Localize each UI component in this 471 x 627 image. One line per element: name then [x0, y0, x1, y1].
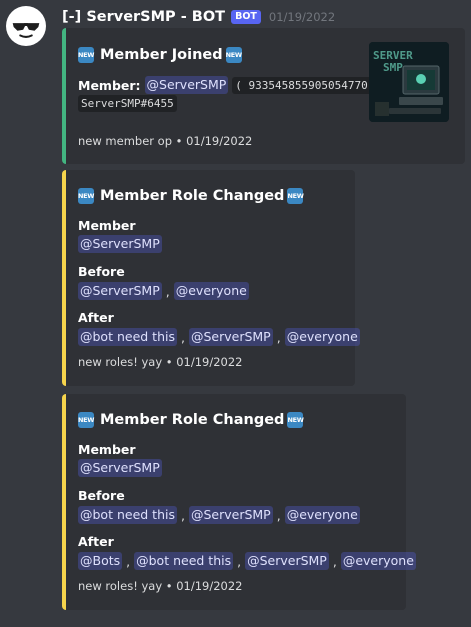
- embed-member-joined: NEW Member Joined NEW Member: @ServerSMP…: [62, 28, 465, 164]
- new-badge-icon: NEW: [78, 412, 94, 428]
- new-badge-icon: NEW: [78, 188, 94, 204]
- after-field-label: After: [78, 310, 114, 325]
- bot-avatar[interactable]: [6, 6, 46, 46]
- new-badge-icon: NEW: [287, 412, 304, 428]
- role-mention[interactable]: @bot need this: [134, 552, 234, 570]
- member-tag: ServerSMP#6455: [78, 95, 177, 112]
- role-mention[interactable]: @everyone: [284, 506, 360, 524]
- role-separator: ,: [276, 507, 281, 523]
- new-badge-icon: NEW: [225, 47, 242, 63]
- member-field-label: Member: [78, 442, 136, 457]
- role-mention[interactable]: @bot need this: [78, 328, 177, 346]
- new-badge-icon: NEW: [287, 188, 304, 204]
- role-separator: ,: [276, 329, 281, 345]
- member-tag-line: ServerSMP#6455: [78, 95, 177, 112]
- role-mention[interactable]: @ServerSMP: [78, 282, 162, 300]
- role-separator: ,: [332, 553, 337, 569]
- member-id: ( 933545855905054770 ): [232, 76, 384, 94]
- embed-title: NEW Member Role Changed NEW: [78, 412, 304, 428]
- bot-tag: BOT: [231, 10, 261, 24]
- member-mention[interactable]: @ServerSMP: [78, 235, 162, 253]
- message-timestamp[interactable]: 01/19/2022: [269, 10, 335, 24]
- member-mention[interactable]: @ServerSMP: [78, 459, 162, 477]
- before-roles: @bot need this , @ServerSMP , @everyone: [78, 506, 360, 524]
- before-field-label: Before: [78, 488, 125, 503]
- embed-title-text: Member Joined: [100, 47, 223, 63]
- member-line: Member: @ServerSMP ( 933545855905054770 …: [78, 76, 384, 94]
- member-field-value: @ServerSMP: [78, 459, 162, 477]
- after-roles: @Bots , @bot need this , @ServerSMP , @e…: [78, 552, 416, 570]
- role-separator: ,: [180, 329, 185, 345]
- role-separator: ,: [180, 507, 185, 523]
- embed-title: NEW Member Role Changed NEW: [78, 188, 304, 204]
- role-mention[interactable]: @everyone: [340, 552, 416, 570]
- member-field-label: Member: [78, 218, 136, 233]
- after-roles: @bot need this , @ServerSMP , @everyone: [78, 328, 360, 346]
- role-separator: ,: [126, 553, 131, 569]
- embed-footer: new member op • 01/19/2022: [78, 134, 253, 148]
- member-field-value: @ServerSMP: [78, 235, 162, 253]
- role-mention[interactable]: @everyone: [284, 328, 360, 346]
- thumbnail-text-2: SMP: [383, 61, 403, 74]
- member-mention[interactable]: @ServerSMP: [144, 76, 229, 94]
- before-roles: @ServerSMP , @everyone: [78, 282, 249, 300]
- new-badge-icon: NEW: [78, 47, 94, 63]
- role-mention[interactable]: @bot need this: [78, 506, 177, 524]
- member-label: Member:: [78, 77, 141, 93]
- server-thumbnail[interactable]: SERVER SMP: [369, 42, 449, 122]
- embed-title-text: Member Role Changed: [100, 412, 285, 428]
- before-field-label: Before: [78, 264, 125, 279]
- role-mention[interactable]: @everyone: [173, 282, 249, 300]
- role-mention[interactable]: @ServerSMP: [188, 328, 273, 346]
- embed-role-changed-2: NEW Member Role Changed NEW Member @Serv…: [62, 394, 416, 610]
- role-mention[interactable]: @ServerSMP: [245, 552, 329, 570]
- after-field-label: After: [78, 534, 114, 549]
- embed-footer: new roles! yay • 01/19/2022: [78, 355, 243, 369]
- role-separator: ,: [237, 553, 242, 569]
- embed-footer: new roles! yay • 01/19/2022: [78, 579, 243, 593]
- embed-title-text: Member Role Changed: [100, 188, 285, 204]
- role-mention[interactable]: @Bots: [78, 552, 123, 570]
- role-mention[interactable]: @ServerSMP: [188, 506, 273, 524]
- embed-title: NEW Member Joined NEW: [78, 47, 242, 63]
- message-header: [-] ServerSMP - BOT BOT 01/19/2022: [62, 7, 335, 27]
- embed-role-changed-1: NEW Member Role Changed NEW Member @Serv…: [62, 170, 360, 386]
- author-name[interactable]: [-] ServerSMP - BOT: [62, 9, 225, 25]
- server-computer-image: SERVER SMP: [369, 42, 449, 122]
- sunglasses-face-icon: [7, 7, 45, 45]
- role-separator: ,: [165, 283, 170, 299]
